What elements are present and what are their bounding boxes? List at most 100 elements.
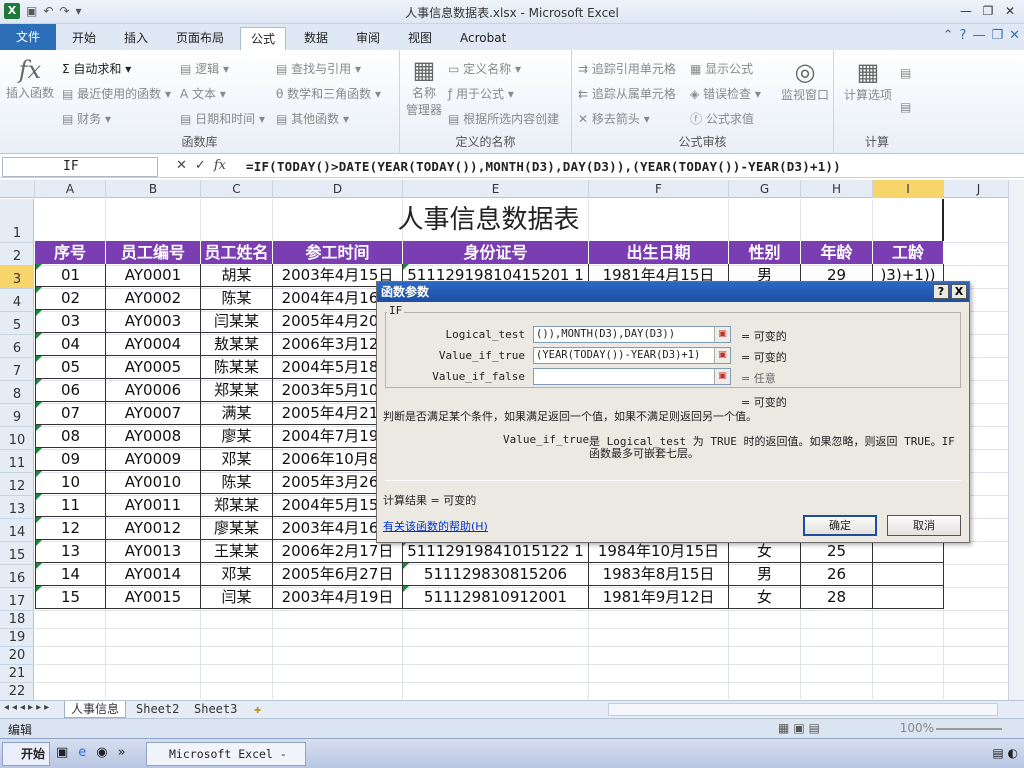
name-box[interactable]: IF <box>2 157 158 177</box>
minimize-icon[interactable]: — <box>956 2 976 20</box>
table-cell[interactable]: 01 <box>35 264 106 287</box>
zoom-level[interactable]: 100% <box>900 721 934 735</box>
table-cell[interactable] <box>873 586 944 609</box>
sheet-tab-1[interactable]: 人事信息 <box>64 701 127 718</box>
table-cell[interactable]: 王某某 <box>201 540 273 563</box>
name-manager-button[interactable]: ▦ 名称 管理器 <box>402 56 446 118</box>
doc-close-icon[interactable]: ✕ <box>1009 28 1020 43</box>
column-header-e[interactable]: E <box>403 180 589 198</box>
column-header-c[interactable]: C <box>201 180 273 198</box>
header-cell[interactable]: 身份证号 <box>403 241 589 264</box>
table-cell[interactable]: 敖某某 <box>201 333 273 356</box>
tab-formulas[interactable]: 公式 <box>240 27 287 50</box>
table-cell[interactable]: 1984年10月15日 <box>589 540 729 563</box>
header-cell[interactable]: 员工姓名 <box>201 241 273 264</box>
table-cell[interactable]: 廖某 <box>201 425 273 448</box>
dialog-help-button[interactable]: ? <box>933 284 949 299</box>
table-cell[interactable]: 郑某某 <box>201 494 273 517</box>
table-cell[interactable]: 14 <box>35 563 106 586</box>
column-header-g[interactable]: G <box>729 180 801 198</box>
autosum-button[interactable]: Σ 自动求和 ▾ <box>62 60 131 77</box>
calc-sheet-icon[interactable]: ▤ <box>900 100 911 114</box>
tab-home[interactable]: 开始 <box>62 27 106 50</box>
tab-insert[interactable]: 插入 <box>114 27 158 50</box>
table-cell[interactable]: 陈某 <box>201 287 273 310</box>
help-icon[interactable]: ? <box>960 28 967 43</box>
table-cell[interactable]: 闫某某 <box>201 310 273 333</box>
table-cell[interactable]: AY0015 <box>106 586 201 609</box>
row-header-8[interactable]: 8 <box>0 381 34 404</box>
table-cell[interactable]: 03 <box>35 310 106 333</box>
table-cell[interactable]: 11 <box>35 494 106 517</box>
cancel-button[interactable]: 取消 <box>887 515 961 536</box>
desktop-icon[interactable]: ▣ <box>56 745 68 760</box>
row-header-15[interactable]: 15 <box>0 542 34 565</box>
table-cell[interactable]: AY0014 <box>106 563 201 586</box>
row-header-7[interactable]: 7 <box>0 358 34 381</box>
row-header-16[interactable]: 16 <box>0 565 34 588</box>
row-header-13[interactable]: 13 <box>0 496 34 519</box>
evaluate-formula-button[interactable]: ⓕ 公式求值 <box>690 110 754 127</box>
header-cell[interactable]: 出生日期 <box>589 241 729 264</box>
table-cell[interactable]: 02 <box>35 287 106 310</box>
datetime-button[interactable]: ▤ 日期和时间 ▾ <box>180 110 265 127</box>
row-header-10[interactable]: 10 <box>0 427 34 450</box>
column-header-i[interactable]: I <box>873 180 944 198</box>
row-header-20[interactable]: 20 <box>0 647 34 665</box>
table-cell[interactable]: AY0007 <box>106 402 201 425</box>
column-header-h[interactable]: H <box>801 180 873 198</box>
column-header-f[interactable]: F <box>589 180 729 198</box>
minimize-ribbon-icon[interactable]: ⌃ <box>943 28 954 43</box>
table-cell[interactable]: AY0011 <box>106 494 201 517</box>
select-all-button[interactable] <box>0 180 35 198</box>
dialog-close-button[interactable]: X <box>951 284 967 299</box>
create-from-selection-button[interactable]: ▤ 根据所选内容创建 <box>448 110 559 127</box>
more-icon[interactable]: » <box>118 745 126 760</box>
table-cell[interactable]: 2005年6月27日 <box>273 563 403 586</box>
row-header-11[interactable]: 11 <box>0 450 34 473</box>
table-cell[interactable]: 28 <box>801 586 873 609</box>
table-cell[interactable]: 郑某某 <box>201 379 273 402</box>
row-header-5[interactable]: 5 <box>0 312 34 335</box>
lookup-button[interactable]: ▤ 查找与引用 ▾ <box>276 60 361 77</box>
table-cell[interactable]: 10 <box>35 471 106 494</box>
horizontal-scrollbar[interactable] <box>608 703 998 716</box>
table-cell[interactable]: 邓某 <box>201 448 273 471</box>
math-button[interactable]: θ 数学和三角函数 ▾ <box>276 85 381 102</box>
table-cell[interactable]: 51112919841015122 1 <box>403 540 589 563</box>
table-cell[interactable]: 2003年4月19日 <box>273 586 403 609</box>
ie-icon[interactable]: e <box>78 745 86 760</box>
table-cell[interactable]: AY0010 <box>106 471 201 494</box>
table-cell[interactable]: 闫某 <box>201 586 273 609</box>
tab-page-layout[interactable]: 页面布局 <box>166 27 234 50</box>
row-header-6[interactable]: 6 <box>0 335 34 358</box>
new-sheet-icon[interactable]: ✚ <box>248 701 267 718</box>
row-header-14[interactable]: 14 <box>0 519 34 542</box>
table-cell[interactable]: 邓某 <box>201 563 273 586</box>
table-cell[interactable]: 陈某 <box>201 471 273 494</box>
tab-file[interactable]: 文件 <box>0 24 56 50</box>
recent-functions-button[interactable]: ▤ 最近使用的函数 ▾ <box>62 85 171 102</box>
table-cell[interactable]: 08 <box>35 425 106 448</box>
table-cell[interactable]: 满某 <box>201 402 273 425</box>
text-button[interactable]: A 文本 ▾ <box>180 85 226 102</box>
table-cell[interactable]: 13 <box>35 540 106 563</box>
tab-review[interactable]: 审阅 <box>346 27 390 50</box>
insert-function-button[interactable]: fx 插入函数 <box>4 56 56 101</box>
error-checking-button[interactable]: ◈ 错误检查 ▾ <box>690 85 761 102</box>
show-formulas-button[interactable]: ▦ 显示公式 <box>690 60 753 77</box>
table-cell[interactable]: 1983年8月15日 <box>589 563 729 586</box>
sheet-title[interactable]: 人事信息数据表 <box>35 199 944 241</box>
table-cell[interactable]: 25 <box>801 540 873 563</box>
tab-data[interactable]: 数据 <box>294 27 338 50</box>
calc-now-icon[interactable]: ▤ <box>900 66 911 80</box>
table-cell[interactable]: AY0002 <box>106 287 201 310</box>
row-header-4[interactable]: 4 <box>0 289 34 312</box>
table-cell[interactable]: AY0013 <box>106 540 201 563</box>
column-header-b[interactable]: B <box>106 180 201 198</box>
use-in-formula-button[interactable]: ƒ 用于公式 ▾ <box>448 85 514 102</box>
table-cell[interactable]: 07 <box>35 402 106 425</box>
cancel-icon[interactable]: ✕ <box>176 158 187 173</box>
row-header-21[interactable]: 21 <box>0 665 34 683</box>
sheet-tab-3[interactable]: Sheet3 <box>188 701 243 718</box>
